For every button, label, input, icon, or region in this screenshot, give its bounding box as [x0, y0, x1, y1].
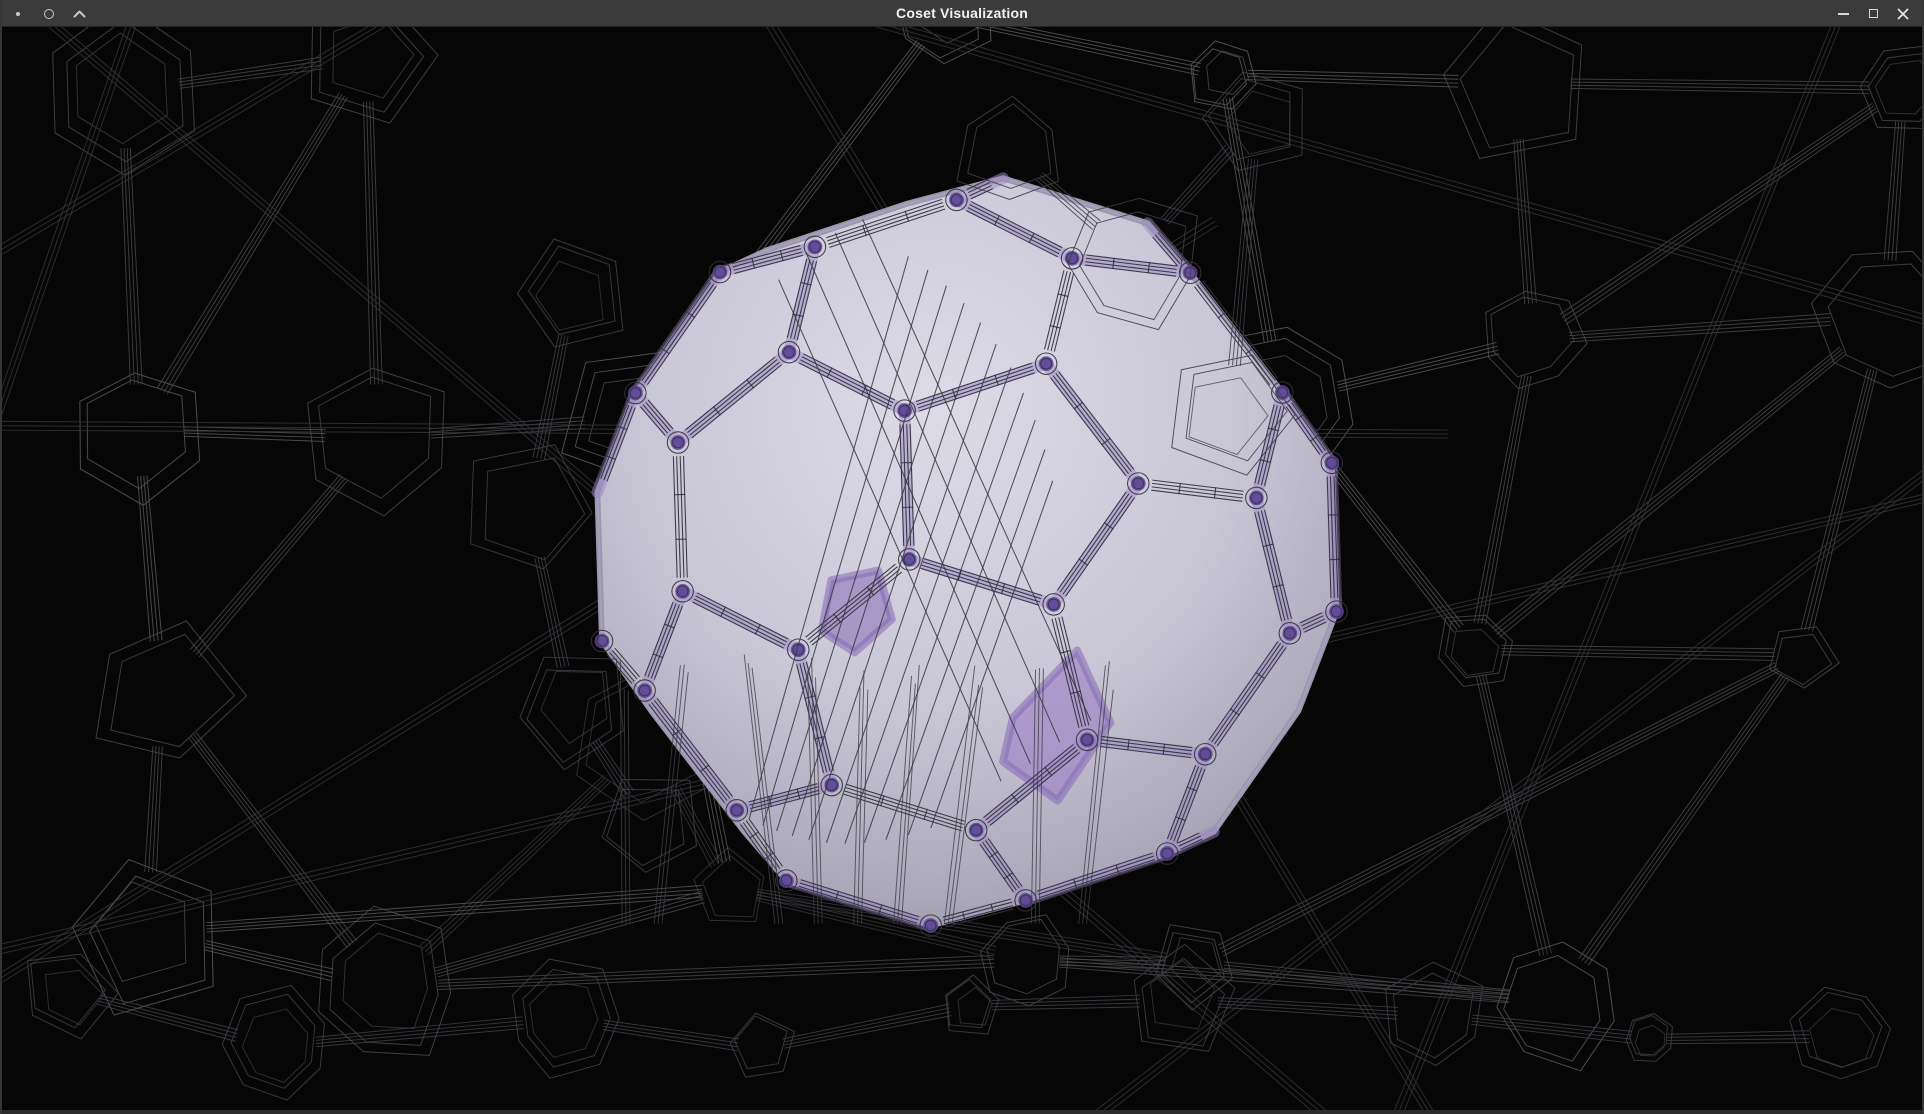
maximize-button[interactable] — [1858, 0, 1888, 27]
3d-viewport[interactable] — [2, 27, 1924, 1110]
titlebar[interactable]: Coset Visualization — [2, 0, 1922, 27]
coset-visualization-canvas[interactable] — [2, 27, 1924, 1110]
close-button[interactable] — [1888, 0, 1918, 27]
window-title: Coset Visualization — [2, 5, 1922, 21]
minimize-button[interactable] — [1828, 0, 1858, 27]
window-bottom-border — [2, 1110, 1922, 1114]
chevron-up-icon[interactable] — [64, 0, 95, 27]
window-controls — [1828, 0, 1918, 27]
titlebar-left-icons — [2, 0, 95, 27]
coset-ball — [591, 178, 1347, 936]
dot-icon[interactable] — [2, 0, 33, 27]
app-window: Coset Visualization — [0, 0, 1924, 1114]
circle-icon[interactable] — [33, 0, 64, 27]
